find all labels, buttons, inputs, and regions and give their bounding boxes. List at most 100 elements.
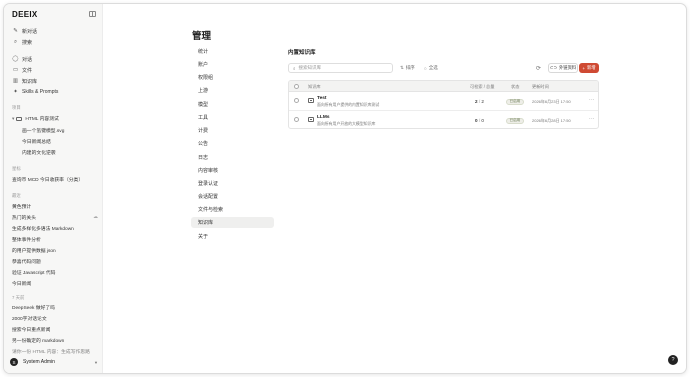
- sidebar-item-skills[interactable]: ✦ Skills & Prompts: [4, 87, 103, 97]
- doc-count: 2 / 2: [475, 99, 484, 104]
- recent-item[interactable]: 恭喜代码问题: [12, 258, 100, 265]
- knowledge-base-icon: [308, 117, 314, 122]
- sort-icon: ⇅: [400, 65, 404, 70]
- sidebar-item-new-chat[interactable]: ✎ 新对话: [4, 26, 103, 36]
- app-logo: DEEIX: [12, 10, 38, 19]
- earlier-item[interactable]: 2000字对话论文: [12, 315, 100, 322]
- sidebar-item-knowledge[interactable]: ▥ 知识库: [4, 76, 103, 86]
- sidebar-item-search[interactable]: ⌕ 搜索: [4, 37, 103, 47]
- settings-nav-permissions[interactable]: 权限组: [191, 72, 274, 83]
- settings-nav-stats[interactable]: 统计: [191, 46, 274, 57]
- sidebar-item-chats[interactable]: ◯ 对话: [4, 54, 103, 64]
- user-menu[interactable]: S System Admin ▼: [10, 356, 98, 368]
- sparkle-icon: ✦: [13, 89, 18, 95]
- select-all-checkbox[interactable]: [294, 83, 299, 89]
- total-count: 0: [481, 118, 484, 123]
- link-icon: ⊂⊃: [549, 65, 557, 70]
- more-icon[interactable]: ···: [589, 97, 595, 103]
- kb-description: 面向所有用户提供的内置知识库测试: [317, 101, 380, 107]
- more-icon[interactable]: ···: [589, 116, 595, 122]
- row-checkbox[interactable]: [294, 98, 299, 103]
- settings-nav-session[interactable]: 会话配置: [191, 191, 274, 202]
- section-label-earlier: 7 天前: [12, 295, 25, 300]
- settings-nav-announcements[interactable]: 公告: [191, 138, 274, 149]
- sidebar-item-label: 文件: [22, 67, 33, 74]
- earlier-item[interactable]: 请你一份 HTML 内容：生成写作思路: [12, 348, 100, 355]
- project-item[interactable]: 内建的文化逆袭: [22, 149, 110, 156]
- settings-nav-accounts[interactable]: 账户: [191, 59, 274, 70]
- select-all-filter[interactable]: ○ 全选: [424, 63, 438, 73]
- avatar: S: [10, 358, 18, 366]
- settings-nav-auth[interactable]: 登录认证: [191, 178, 274, 189]
- earlier-item[interactable]: 另一份确定的 markdown: [12, 337, 100, 344]
- app-window: DEEIX ✎ 新对话 ⌕ 搜索 ◯ 对话 ▭ 文件 ▥ 知识库 ✦ Skill…: [3, 3, 687, 374]
- settings-nav-logs[interactable]: 日志: [191, 152, 274, 163]
- cloud-icon: ☁: [93, 214, 98, 220]
- recent-item[interactable]: 的用户提供数据 json: [12, 247, 100, 254]
- updated-time: 2026年6月23日 17:50: [532, 99, 571, 104]
- import-link-button[interactable]: ⊂⊃ 外链资料: [548, 63, 578, 73]
- recent-item[interactable]: 整体事件分析: [12, 236, 100, 243]
- settings-nav-billing[interactable]: 计费: [191, 125, 274, 136]
- compose-icon: ✎: [13, 28, 18, 34]
- section-label-recent: 最近: [12, 193, 21, 198]
- doc-count: 0 / 0: [475, 118, 484, 123]
- table-header: 知识库 可检索 / 总量 状态 更新时间: [289, 81, 598, 92]
- sidebar-item-files[interactable]: ▭ 文件: [4, 65, 103, 75]
- collapse-sidebar-icon[interactable]: [89, 11, 96, 17]
- settings-nav-upstream[interactable]: 上游: [191, 85, 274, 96]
- kb-description: 面向所有用户开放的大模型知识库: [317, 120, 376, 126]
- earlier-item[interactable]: DeepSeek 做好了吗: [12, 304, 100, 311]
- refresh-icon[interactable]: ⟳: [536, 63, 541, 73]
- settings-nav-models[interactable]: 模型: [191, 99, 274, 110]
- column-header-name: 知识库: [308, 83, 321, 89]
- table-row[interactable]: Test 面向所有用户提供的内置知识库测试 2 / 2 已启用 2026年6月2…: [289, 92, 598, 111]
- sidebar-item-label: 搜索: [22, 39, 33, 46]
- project-item[interactable]: 今日新闻总结: [22, 138, 110, 145]
- settings-nav-moderation[interactable]: 内容审核: [191, 165, 274, 176]
- settings-nav-files-retrieval[interactable]: 文件与检索: [191, 204, 274, 215]
- sidebar-item-label: Skills & Prompts: [22, 89, 59, 95]
- sidebar-item-label: 知识库: [22, 78, 38, 85]
- project-folder[interactable]: ▾ HTML 内容测试: [12, 115, 100, 122]
- table-row[interactable]: LLMs 面向所有用户开放的大模型知识库 0 / 0 已启用 2026年6月28…: [289, 111, 598, 128]
- sidebar: DEEIX ✎ 新对话 ⌕ 搜索 ◯ 对话 ▭ 文件 ▥ 知识库 ✦ Skill…: [4, 4, 103, 373]
- search-icon: ⌕: [293, 65, 296, 71]
- search-placeholder: 搜索知识库: [298, 65, 322, 70]
- settings-nav-about[interactable]: 关于: [191, 231, 274, 242]
- sort-filter[interactable]: ⇅ 排序: [400, 63, 415, 73]
- knowledge-base-icon: [308, 98, 314, 103]
- new-knowledge-base-button[interactable]: + 新增: [579, 63, 599, 73]
- status-badge: 已启用: [506, 98, 524, 105]
- new-label: 新增: [586, 65, 596, 70]
- settings-nav-knowledge-base[interactable]: 知识库: [191, 217, 274, 228]
- recent-item[interactable]: 热门的关头: [12, 214, 100, 221]
- help-button[interactable]: ?: [668, 355, 678, 365]
- kb-name: Test: [317, 95, 327, 101]
- earlier-item[interactable]: 搜索今日重点新闻: [12, 326, 100, 333]
- total-count: 2: [481, 99, 484, 104]
- search-icon: ⌕: [13, 38, 18, 45]
- row-checkbox[interactable]: [294, 117, 299, 122]
- chevron-down-icon: ▾: [12, 117, 15, 122]
- recent-item[interactable]: 验证 Javascript 代码: [12, 269, 100, 276]
- section-title: 内置知识库: [288, 50, 316, 56]
- page-title: 管理: [192, 31, 212, 42]
- document-icon: ▭: [12, 67, 19, 73]
- updated-time: 2026年6月28日 17:50: [532, 118, 571, 123]
- search-input[interactable]: ⌕ 搜索知识库: [288, 63, 393, 73]
- recent-item[interactable]: 黄色预计: [12, 203, 100, 210]
- sidebar-item-label: 对话: [22, 56, 33, 63]
- recent-item[interactable]: 生成多样化多语法 Markdown: [12, 225, 100, 232]
- settings-nav-tools[interactable]: 工具: [191, 112, 274, 123]
- starred-item[interactable]: 查询币 MCD 今日收获率（分类）: [12, 176, 100, 183]
- knowledge-base-table: 知识库 可检索 / 总量 状态 更新时间 Test 面向所有用户提供的内置知识库…: [288, 80, 599, 129]
- project-name: HTML 内容测试: [25, 117, 59, 122]
- column-header-updated: 更新时间: [532, 83, 549, 89]
- select-icon: ○: [424, 65, 427, 71]
- project-item[interactable]: 画一个氢键模型.svg: [22, 127, 110, 134]
- recent-item[interactable]: 今日新闻: [12, 280, 100, 287]
- section-label-projects: 项目: [12, 105, 21, 110]
- import-label: 外链资料: [559, 65, 577, 70]
- section-label-starred: 星标: [12, 166, 21, 171]
